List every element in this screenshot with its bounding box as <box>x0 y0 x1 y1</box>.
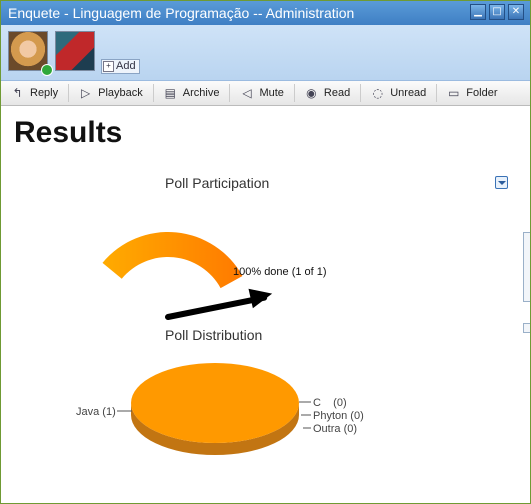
toolbar: ↰ Reply ▷ Playback ▤ Archive ◁ Mute ◉ Re… <box>1 81 530 106</box>
folder-label: Folder <box>466 87 498 99</box>
app-window: Enquete - Linguagem de Programação -- Ad… <box>0 0 531 504</box>
play-icon: ▷ <box>81 85 91 100</box>
plus-icon: + <box>103 61 114 72</box>
eye-icon: ◉ <box>306 85 317 100</box>
reply-button[interactable]: ↰ Reply <box>1 84 70 102</box>
gauge-needle-arrowhead <box>248 288 273 309</box>
folder-icon: ▭ <box>448 85 460 100</box>
archive-icon: ▤ <box>164 85 176 100</box>
results-panel: Results Poll Participation 100% done (1 … <box>1 106 530 503</box>
read-label: Read <box>323 87 351 99</box>
unread-button[interactable]: ◌ Unread <box>361 84 438 102</box>
folder-button[interactable]: ▭ Folder <box>437 84 507 102</box>
playback-label: Playback <box>98 87 143 99</box>
mute-label: Mute <box>259 87 284 99</box>
eye-closed-icon: ◌ <box>372 85 383 100</box>
reply-icon: ↰ <box>12 85 23 100</box>
participation-gauge-arc <box>102 231 243 289</box>
read-button[interactable]: ◉ Read <box>295 84 362 102</box>
reply-label: Reply <box>30 87 59 99</box>
participants-bar: + Add <box>1 25 530 81</box>
window-controls: ▁ □ ✕ <box>470 4 524 20</box>
mute-icon: ◁ <box>242 85 252 100</box>
archive-button[interactable]: ▤ Archive <box>154 84 231 102</box>
close-button[interactable]: ✕ <box>508 4 524 20</box>
mute-button[interactable]: ◁ Mute <box>230 84 295 102</box>
distribution-pie: Java (1) C (0)Phyton (0)Outra (0) <box>76 363 364 455</box>
poll-distribution-label: Poll Distribution <box>165 327 263 343</box>
archive-label: Archive <box>182 87 220 99</box>
pie-label-c: C (0) <box>313 397 347 409</box>
pie-slice-java <box>131 363 299 443</box>
pie-label-phyton: Phyton (0) <box>313 410 364 422</box>
playback-button[interactable]: ▷ Playback <box>69 84 154 102</box>
maximize-button[interactable]: □ <box>489 4 505 20</box>
minimize-button[interactable]: ▁ <box>470 4 486 20</box>
avatar[interactable] <box>55 31 95 71</box>
online-status-icon <box>41 64 53 76</box>
window-title: Enquete - Linguagem de Programação -- Ad… <box>8 5 355 21</box>
pie-label-outra: Outra (0) <box>313 423 357 435</box>
gauge-progress-text: 100% done (1 of 1) <box>233 266 327 278</box>
title-bar[interactable]: Enquete - Linguagem de Programação -- Ad… <box>1 1 530 25</box>
unread-label: Unread <box>390 87 427 99</box>
pie-label-java: Java (1) <box>76 406 116 418</box>
add-label: Add <box>116 60 136 72</box>
gauge-needle <box>165 294 268 320</box>
scrollbar-handle[interactable] <box>523 323 530 333</box>
scrollbar-thumb[interactable] <box>523 232 530 302</box>
add-participant-button[interactable]: + Add <box>101 59 140 74</box>
poll-charts: 100% done (1 of 1) Java (1) C (0)Phyton (… <box>76 231 364 455</box>
